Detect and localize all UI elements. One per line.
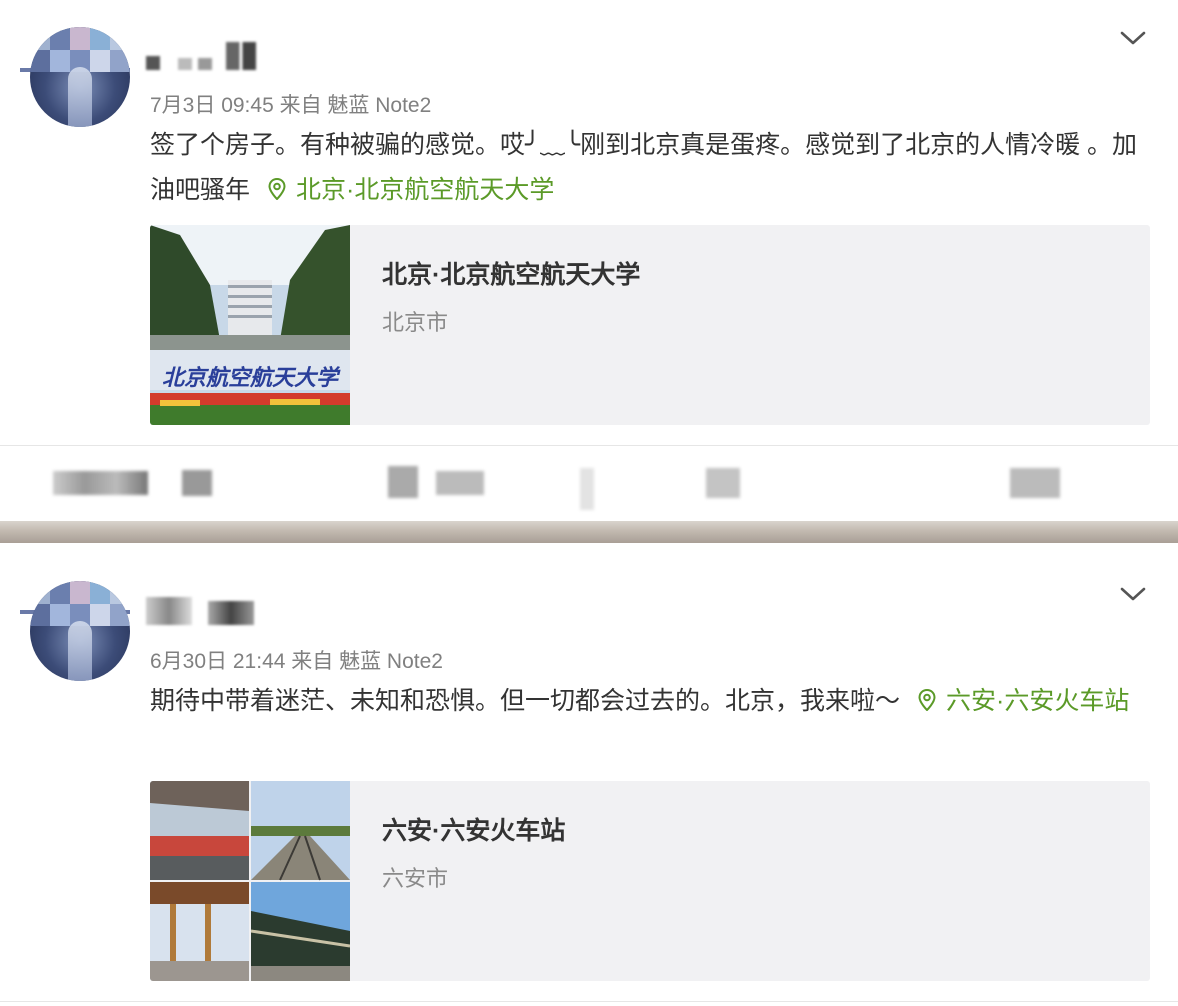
username-blurred[interactable] (146, 40, 256, 70)
post-text-body: 期待中带着迷茫、未知和恐惧。但一切都会过去的。北京，我来啦～ (150, 687, 901, 715)
location-link[interactable]: 六安·六安火车站 (918, 687, 1129, 715)
location-link-label: 北京·北京航空航天大学 (296, 176, 555, 204)
location-card-subtitle: 六安市 (382, 866, 449, 891)
post-card: 6月30日 21:44 来自 魅蓝 Note2 期待中带着迷茫、未知和恐惧。但一… (0, 543, 1178, 1006)
action-forward[interactable] (53, 471, 148, 495)
location-card-title: 六安·六安火车站 (382, 817, 566, 845)
location-link[interactable]: 北京·北京航空航天大学 (268, 176, 554, 204)
divider (0, 1001, 1178, 1002)
action-comment[interactable] (388, 466, 418, 498)
action-like-count (1010, 468, 1060, 498)
location-card-image (150, 781, 350, 981)
post-meta: 7月3日 09:45 来自 魅蓝 Note2 (150, 94, 432, 117)
location-card-image: 北京航空航天大学 (150, 225, 350, 425)
post-meta: 6月30日 21:44 来自 魅蓝 Note2 (150, 650, 443, 673)
username-blurred[interactable] (146, 595, 254, 625)
location-card[interactable]: 六安·六安火车站 六安市 (150, 781, 1150, 981)
action-forward-count (182, 470, 212, 496)
post-separator (0, 521, 1178, 543)
location-card[interactable]: 北京航空航天大学 北京·北京航空航天大学 北京市 (150, 225, 1150, 425)
location-card-image-text: 北京航空航天大学 (162, 365, 341, 391)
location-link-label: 六安·六安火车站 (946, 687, 1130, 715)
location-pin-icon (268, 177, 286, 201)
post-text: 期待中带着迷茫、未知和恐惧。但一切都会过去的。北京，我来啦～ 六安·六安火车站 (150, 679, 1150, 724)
avatar[interactable] (30, 27, 130, 127)
action-like[interactable] (706, 468, 740, 498)
location-card-subtitle: 北京市 (382, 310, 449, 335)
location-card-title: 北京·北京航空航天大学 (382, 261, 641, 289)
post-card: 7月3日 09:45 来自 魅蓝 Note2 签了个房子。有种被骗的感觉。哎╯﹏… (0, 0, 1178, 521)
chevron-down-icon[interactable] (1120, 30, 1146, 46)
action-bar-blurred (0, 445, 1178, 522)
chevron-down-icon[interactable] (1120, 586, 1146, 602)
action-comment-count (436, 471, 484, 495)
post-text: 签了个房子。有种被骗的感觉。哎╯﹏╰刚到北京真是蛋疼。感觉到了北京的人情冷暖 。… (150, 123, 1150, 213)
avatar[interactable] (30, 581, 130, 681)
location-pin-icon (918, 688, 936, 712)
action-divider (580, 468, 594, 510)
